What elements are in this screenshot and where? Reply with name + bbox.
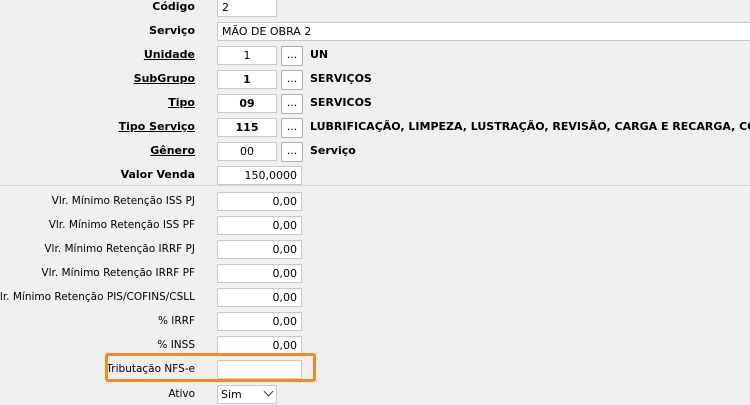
- section-divider: [0, 185, 750, 186]
- unidade-description: UN: [310, 48, 329, 61]
- row-subgrupo: SubGrupo 1 ... SERVIÇOS: [0, 70, 750, 90]
- row-codigo: Código 2: [0, 0, 750, 18]
- retencao-iss-pf-label: Vlr. Mínimo Retenção ISS PF: [48, 219, 195, 231]
- genero-lookup-button[interactable]: ...: [281, 142, 303, 162]
- retencao-iss-pj-label: Vlr. Mínimo Retenção ISS PJ: [51, 195, 195, 207]
- retencao-irrf-pf-input[interactable]: 0,00: [217, 264, 302, 283]
- genero-input[interactable]: 00: [217, 142, 277, 161]
- servico-label: Serviço: [149, 24, 195, 37]
- genero-link[interactable]: Gênero: [150, 144, 195, 158]
- perc-irrf-label: % IRRF: [157, 315, 195, 327]
- retencao-irrf-pf-label: Vlr. Mínimo Retenção IRRF PF: [41, 267, 195, 279]
- valor-venda-label: Valor Venda: [120, 168, 195, 181]
- unidade-input[interactable]: 1: [217, 46, 277, 65]
- ativo-label: Ativo: [168, 388, 195, 400]
- perc-irrf-input[interactable]: 0,00: [217, 312, 302, 331]
- codigo-label: Código: [152, 0, 195, 13]
- genero-description: Serviço: [310, 144, 356, 157]
- row-ativo: Ativo Sim: [0, 385, 750, 405]
- tipo-servico-input[interactable]: 115: [217, 118, 277, 137]
- subgrupo-lookup-button[interactable]: ...: [281, 70, 303, 90]
- highlight-box: [105, 353, 316, 382]
- unidade-lookup-button[interactable]: ...: [281, 46, 303, 66]
- valor-venda-input[interactable]: 150,0000: [217, 166, 302, 185]
- tipo-servico-description: LUBRIFICAÇÃO, LIMPEZA, LUSTRAÇÃO, REVISÃ…: [310, 120, 750, 133]
- row-servico: Serviço MÃO DE OBRA 2: [0, 22, 750, 42]
- row-retencao-iss-pf: Vlr. Mínimo Retenção ISS PF 0,00: [0, 216, 750, 236]
- row-genero: Gênero 00 ... Serviço: [0, 142, 750, 162]
- subgrupo-link[interactable]: SubGrupo: [134, 72, 195, 86]
- tipo-description: SERVICOS: [310, 96, 372, 109]
- row-retencao-irrf-pf: Vlr. Mínimo Retenção IRRF PF 0,00: [0, 264, 750, 284]
- retencao-iss-pf-input[interactable]: 0,00: [217, 216, 302, 235]
- retencao-iss-pj-input[interactable]: 0,00: [217, 192, 302, 211]
- ativo-selected-value: Sim: [221, 388, 242, 401]
- row-tipo: Tipo 09 ... SERVICOS: [0, 94, 750, 114]
- row-valor-venda: Valor Venda 150,0000: [0, 166, 750, 186]
- subgrupo-description: SERVIÇOS: [310, 72, 372, 85]
- perc-inss-label: % INSS: [157, 339, 195, 351]
- chevron-down-icon: [263, 386, 274, 397]
- retencao-pis-cofins-csll-label: Vlr. Mínimo Retenção PIS/COFINS/CSLL: [0, 291, 195, 303]
- tipo-link[interactable]: Tipo: [168, 96, 195, 110]
- ativo-select[interactable]: Sim: [217, 385, 277, 404]
- tipo-lookup-button[interactable]: ...: [281, 94, 303, 114]
- tipo-servico-link[interactable]: Tipo Serviço: [119, 120, 195, 134]
- row-perc-irrf: % IRRF 0,00: [0, 312, 750, 332]
- retencao-irrf-pj-input[interactable]: 0,00: [217, 240, 302, 259]
- row-tipo-servico: Tipo Serviço 115 ... LUBRIFICAÇÃO, LIMPE…: [0, 118, 750, 138]
- tipo-input[interactable]: 09: [217, 94, 277, 113]
- servico-input[interactable]: MÃO DE OBRA 2: [217, 22, 750, 41]
- codigo-input[interactable]: 2: [217, 0, 277, 17]
- unidade-link[interactable]: Unidade: [144, 48, 195, 62]
- row-retencao-iss-pj: Vlr. Mínimo Retenção ISS PJ 0,00: [0, 192, 750, 212]
- subgrupo-input[interactable]: 1: [217, 70, 277, 89]
- row-retencao-pis-cofins-csll: Vlr. Mínimo Retenção PIS/COFINS/CSLL 0,0…: [0, 288, 750, 308]
- tipo-servico-lookup-button[interactable]: ...: [281, 118, 303, 138]
- row-retencao-irrf-pj: Vlr. Mínimo Retenção IRRF PJ 0,00: [0, 240, 750, 260]
- retencao-irrf-pj-label: Vlr. Mínimo Retenção IRRF PJ: [44, 243, 195, 255]
- retencao-pis-cofins-csll-input[interactable]: 0,00: [217, 288, 302, 307]
- row-unidade: Unidade 1 ... UN: [0, 46, 750, 66]
